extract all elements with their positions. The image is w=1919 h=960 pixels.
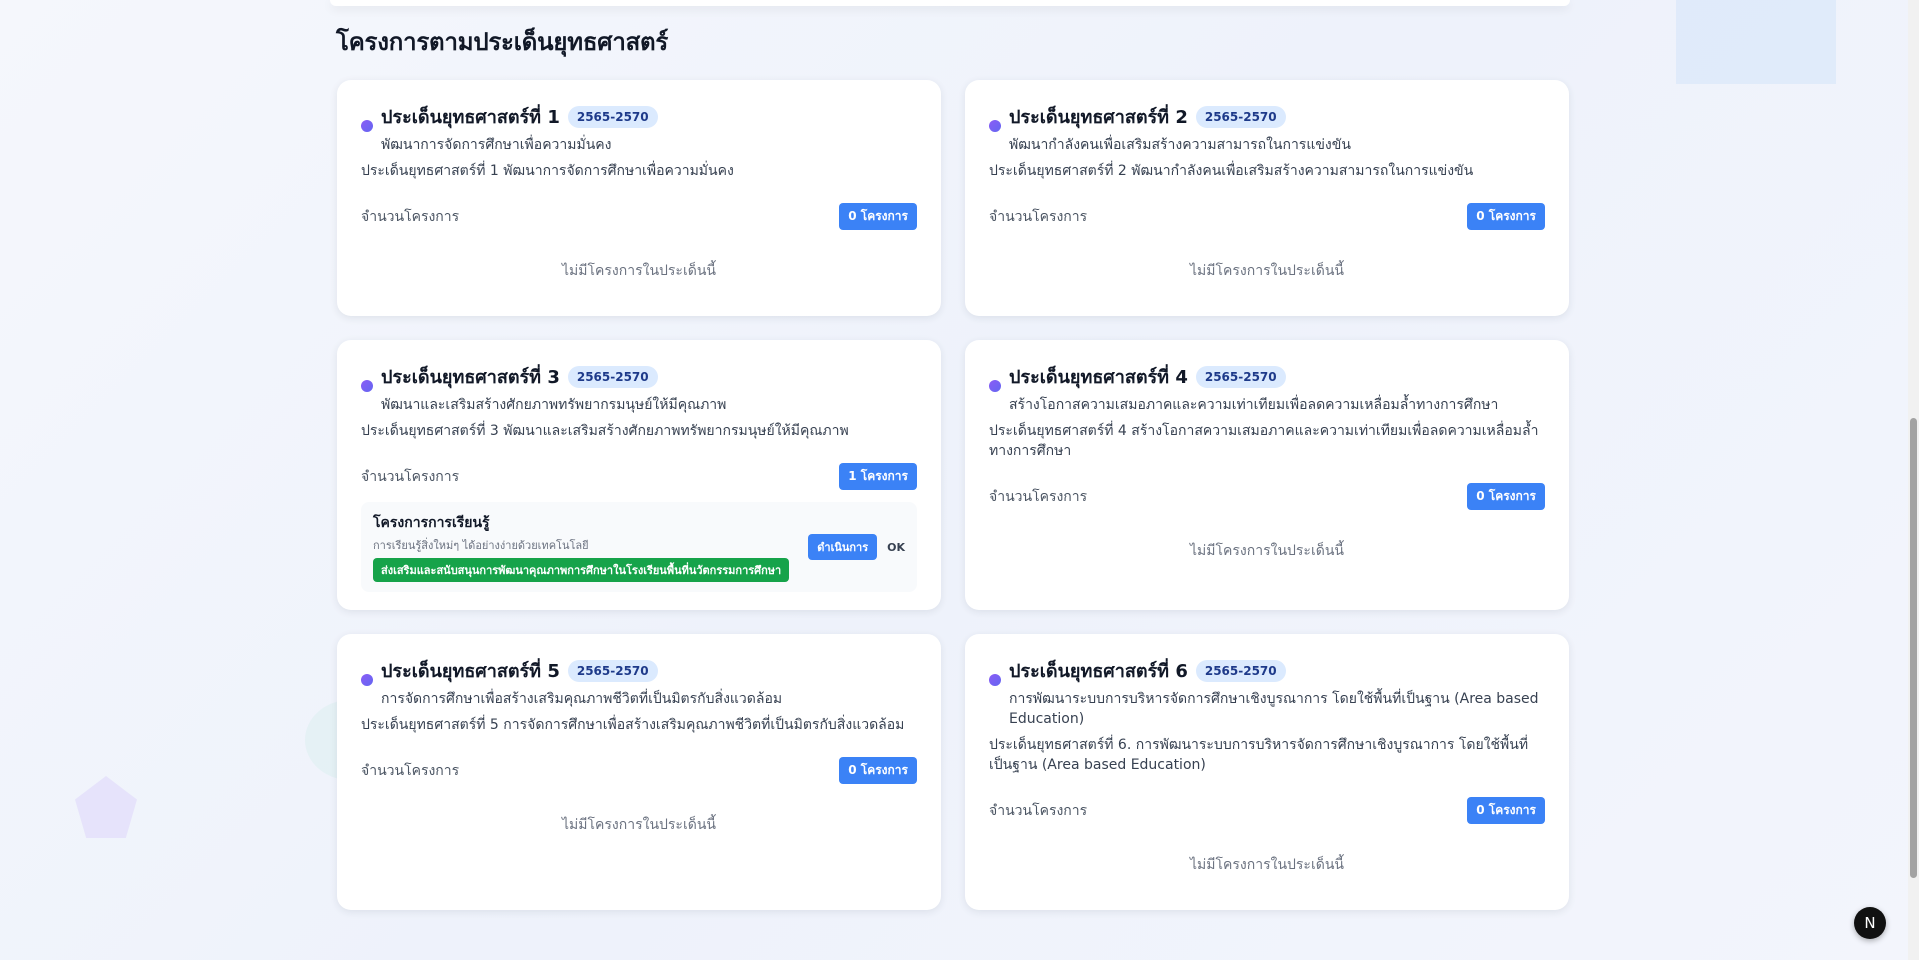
card-subtitle: พัฒนาและเสริมสร้างศักยภาพทรัพยากรมนุษย์ใ… [381,397,727,413]
bullet-dot-icon [989,380,1001,392]
count-label: จำนวนโครงการ [361,762,460,779]
project-count-row: จำนวนโครงการ 0 โครงการ [989,483,1545,510]
decorative-square [1676,0,1836,84]
empty-message: ไม่มีโครงการในประเด็นนี้ [1190,857,1344,873]
section-title: โครงการตามประเด็นยุทธศาสตร์ [336,28,669,56]
empty-message: ไม่มีโครงการในประเด็นนี้ [1190,543,1344,559]
bullet-dot-icon [989,120,1001,132]
project-count-row: จำนวนโครงการ 0 โครงการ [361,757,917,784]
decorative-pentagon [75,776,137,838]
card-header: ประเด็นยุทธศาสตร์ที่ 1 2565-2570 พัฒนากา… [361,102,917,155]
empty-message: ไม่มีโครงการในประเด็นนี้ [1190,263,1344,279]
year-badge: 2565-2570 [567,105,658,128]
project-count-row: จำนวนโครงการ 0 โครงการ [989,797,1545,824]
card-description: ประเด็นยุทธศาสตร์ที่ 2 พัฒนากำลังคนเพื่อ… [989,163,1474,179]
project-count-row: จำนวนโครงการ 0 โครงการ [361,203,917,230]
count-badge: 0 โครงการ [1467,483,1545,510]
card-title: ประเด็นยุทธศาสตร์ที่ 5 [381,661,560,682]
project-status-badge[interactable]: ดำเนินการ [808,534,878,560]
project-count-row: จำนวนโครงการ 0 โครงการ [989,203,1545,230]
card-header: ประเด็นยุทธศาสตร์ที่ 2 2565-2570 พัฒนากำ… [989,102,1545,155]
bullet-dot-icon [361,120,373,132]
bullet-dot-icon [361,674,373,686]
card-title: ประเด็นยุทธศาสตร์ที่ 3 [381,367,560,388]
card-header: ประเด็นยุทธศาสตร์ที่ 6 2565-2570 การพัฒน… [989,656,1545,729]
card-header: ประเด็นยุทธศาสตร์ที่ 4 2565-2570 สร้างโอ… [989,362,1545,415]
project-description: การเรียนรู้สิ่งใหม่ๆ ได้อย่างง่ายด้วยเทค… [373,539,589,552]
previous-card-edge [330,0,1570,6]
card-header: ประเด็นยุทธศาสตร์ที่ 5 2565-2570 การจัดก… [361,656,917,709]
nextjs-logo-icon: N [1864,914,1876,932]
card-subtitle: การจัดการศึกษาเพื่อสร้างเสริมคุณภาพชีวิต… [381,691,783,707]
card-description: ประเด็นยุทธศาสตร์ที่ 1 พัฒนาการจัดการศึก… [361,163,734,179]
count-badge: 0 โครงการ [839,757,917,784]
card-title: ประเด็นยุทธศาสตร์ที่ 6 [1009,661,1188,682]
strategy-card-3[interactable]: ประเด็นยุทธศาสตร์ที่ 3 2565-2570 พัฒนาแล… [337,340,941,610]
card-header: ประเด็นยุทธศาสตร์ที่ 3 2565-2570 พัฒนาแล… [361,362,917,415]
card-subtitle: พัฒนากำลังคนเพื่อเสริมสร้างความสามารถในก… [1009,137,1351,153]
year-badge: 2565-2570 [1195,105,1286,128]
card-subtitle: การพัฒนาระบบการบริหารจัดการศึกษาเชิงบูรณ… [1009,691,1539,727]
count-badge: 0 โครงการ [1467,797,1545,824]
empty-message: ไม่มีโครงการในประเด็นนี้ [562,263,716,279]
strategy-card-4[interactable]: ประเด็นยุทธศาสตร์ที่ 4 2565-2570 สร้างโอ… [965,340,1569,610]
card-description: ประเด็นยุทธศาสตร์ที่ 4 สร้างโอกาสความเสม… [989,423,1539,459]
strategy-card-2[interactable]: ประเด็นยุทธศาสตร์ที่ 2 2565-2570 พัฒนากำ… [965,80,1569,316]
project-name: โครงการการเรียนรู้ [373,515,490,531]
count-label: จำนวนโครงการ [989,802,1088,819]
strategy-card-1[interactable]: ประเด็นยุทธศาสตร์ที่ 1 2565-2570 พัฒนากา… [337,80,941,316]
project-count-row: จำนวนโครงการ 1 โครงการ [361,463,917,490]
nextjs-dev-indicator-button[interactable]: N [1854,907,1886,939]
card-subtitle: สร้างโอกาสความเสมอภาคและความเท่าเทียมเพื… [1009,397,1499,413]
card-subtitle: พัฒนาการจัดการศึกษาเพื่อความมั่นคง [381,137,612,153]
project-strategy-tag: ส่งเสริมและสนับสนุนการพัฒนาคุณภาพการศึกษ… [373,558,790,582]
count-label: จำนวนโครงการ [361,468,460,485]
empty-message: ไม่มีโครงการในประเด็นนี้ [562,817,716,833]
bullet-dot-icon [989,674,1001,686]
card-description: ประเด็นยุทธศาสตร์ที่ 3 พัฒนาและเสริมสร้า… [361,423,849,439]
count-badge: 1 โครงการ [839,463,917,490]
year-badge: 2565-2570 [1195,365,1286,388]
count-label: จำนวนโครงการ [989,208,1088,225]
count-label: จำนวนโครงการ [361,208,460,225]
project-ok-label: OK [887,540,905,554]
year-badge: 2565-2570 [567,365,658,388]
count-badge: 0 โครงการ [1467,203,1545,230]
scrollbar-thumb[interactable] [1910,418,1917,878]
count-badge: 0 โครงการ [839,203,917,230]
year-badge: 2565-2570 [1195,659,1286,682]
strategy-card-6[interactable]: ประเด็นยุทธศาสตร์ที่ 6 2565-2570 การพัฒน… [965,634,1569,910]
card-title: ประเด็นยุทธศาสตร์ที่ 2 [1009,107,1188,128]
bullet-dot-icon [361,380,373,392]
count-label: จำนวนโครงการ [989,488,1088,505]
card-description: ประเด็นยุทธศาสตร์ที่ 5 การจัดการศึกษาเพื… [361,717,905,733]
year-badge: 2565-2570 [567,659,658,682]
project-item[interactable]: โครงการการเรียนรู้ การเรียนรู้สิ่งใหม่ๆ … [361,502,917,592]
strategy-card-5[interactable]: ประเด็นยุทธศาสตร์ที่ 5 2565-2570 การจัดก… [337,634,941,910]
card-description: ประเด็นยุทธศาสตร์ที่ 6. การพัฒนาระบบการบ… [989,737,1529,773]
card-title: ประเด็นยุทธศาสตร์ที่ 1 [381,107,560,128]
card-title: ประเด็นยุทธศาสตร์ที่ 4 [1009,367,1188,388]
